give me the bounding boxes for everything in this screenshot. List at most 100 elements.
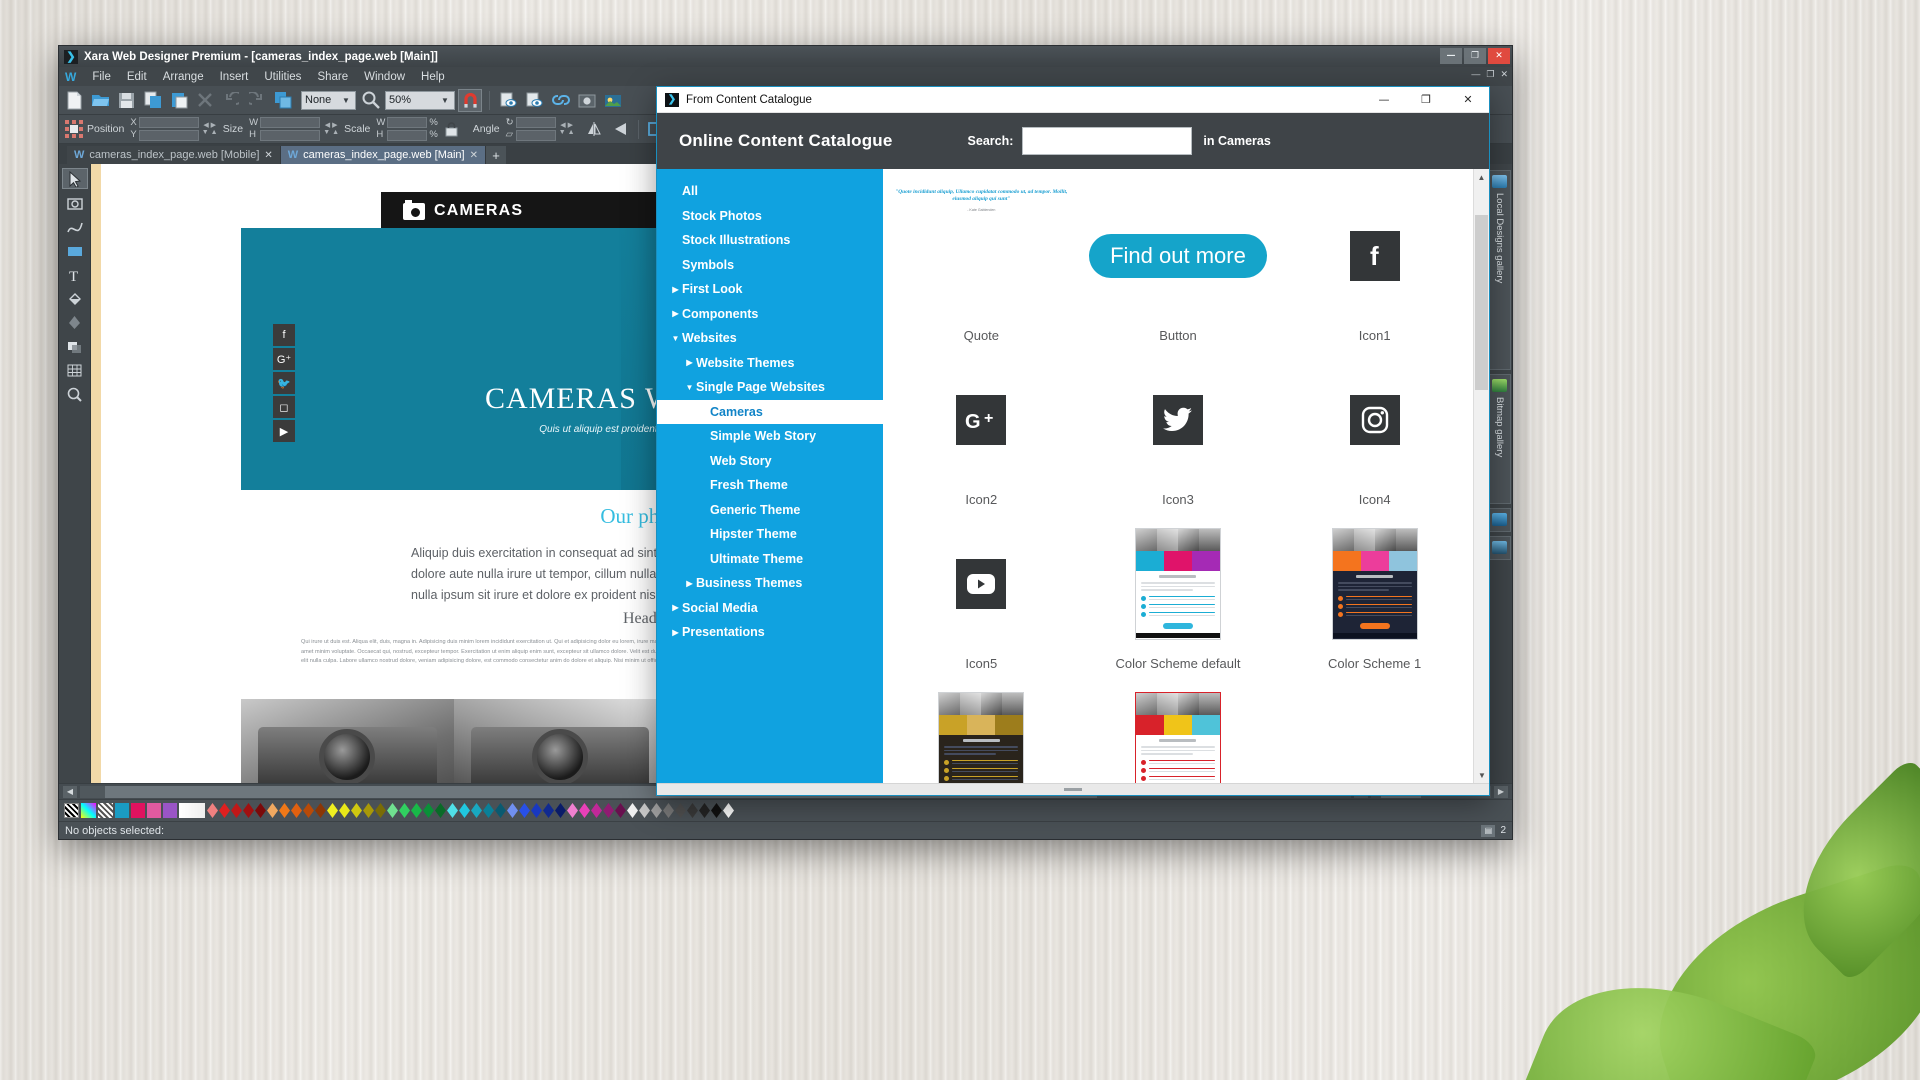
palette-swatch[interactable] [555, 803, 566, 818]
color-gallery-tab[interactable] [1489, 536, 1511, 560]
catalogue-item[interactable]: fIcon1 [1276, 183, 1473, 347]
rectangle-tool-icon[interactable] [62, 240, 88, 261]
tree-item-website-themes[interactable]: ▶Website Themes [657, 351, 883, 376]
page-icon[interactable]: ▤ [1481, 825, 1495, 837]
catalogue-item[interactable]: Color Scheme 2 [883, 675, 1080, 783]
tree-item-single-page-websites[interactable]: ▼Single Page Websites [657, 375, 883, 400]
catalogue-item-thumbnail[interactable] [883, 511, 1080, 656]
catalogue-item-thumbnail[interactable]: G+ [883, 347, 1080, 492]
palette-swatch[interactable] [663, 803, 674, 818]
doc-close-button[interactable]: ✕ [1500, 69, 1508, 80]
catalogue-item[interactable]: Icon3 [1080, 347, 1277, 511]
tree-item-social-media[interactable]: ▶Social Media [657, 596, 883, 621]
menu-item-utilities[interactable]: Utilities [256, 71, 309, 83]
chevron-right-icon[interactable]: ▶ [669, 603, 682, 612]
selector-tool-icon[interactable] [62, 168, 88, 189]
fill-gallery-tab[interactable] [1489, 508, 1511, 532]
preview-page-icon[interactable] [497, 89, 520, 112]
palette-swatch[interactable] [351, 803, 362, 818]
catalogue-resize-grip[interactable] [657, 783, 1489, 795]
palette-swatch[interactable] [399, 803, 410, 818]
palette-swatch[interactable] [291, 803, 302, 818]
tab-close-icon[interactable]: ✕ [264, 150, 272, 161]
catalogue-item[interactable]: Color Scheme default [1080, 511, 1277, 675]
catalogue-item[interactable]: Color Scheme 1 [1276, 511, 1473, 675]
doc-maximize-button[interactable]: ❐ [1486, 69, 1494, 80]
color-editor-icon[interactable] [81, 803, 96, 818]
menu-item-help[interactable]: Help [413, 71, 453, 83]
scroll-right-arrow[interactable]: ▶ [1494, 786, 1508, 798]
white-swatch[interactable] [179, 803, 205, 818]
color-scheme-preview[interactable] [1135, 692, 1221, 784]
shadow-tool-icon[interactable] [62, 336, 88, 357]
tree-item-components[interactable]: ▶Components [657, 302, 883, 327]
tree-item-stock-photos[interactable]: Stock Photos [657, 204, 883, 229]
palette-swatch[interactable] [627, 803, 638, 818]
flip-vertical-icon[interactable] [609, 118, 632, 141]
transparency-tool-icon[interactable] [62, 312, 88, 333]
copy-icon[interactable] [141, 89, 164, 112]
transparency-swatch[interactable] [98, 803, 113, 818]
catalogue-item-thumbnail[interactable] [883, 675, 1080, 783]
name-dropdown[interactable]: None ▼ [301, 91, 356, 110]
scroll-left-arrow[interactable]: ◀ [63, 786, 77, 798]
color-scheme-preview[interactable] [938, 692, 1024, 784]
catalogue-item[interactable]: Find out moreButton [1080, 183, 1277, 347]
tab-close-icon[interactable]: ✕ [470, 150, 478, 161]
facebook-icon[interactable]: f [273, 324, 295, 346]
catalogue-vertical-scrollbar[interactable]: ▲ ▼ [1473, 169, 1489, 783]
palette-swatch[interactable] [423, 803, 434, 818]
palette-swatch[interactable] [531, 803, 542, 818]
delete-icon[interactable] [193, 89, 216, 112]
tree-item-all[interactable]: All [657, 179, 883, 204]
palette-swatch[interactable] [699, 803, 710, 818]
lock-aspect-icon[interactable] [440, 118, 463, 141]
new-tab-button[interactable]: + [486, 146, 506, 164]
preview-site-icon[interactable] [523, 89, 546, 112]
position-y-input[interactable] [139, 130, 199, 141]
angle-input[interactable] [516, 117, 556, 128]
theme-color-2[interactable] [131, 803, 145, 818]
palette-swatch[interactable] [723, 803, 734, 818]
photo-tool-icon[interactable] [62, 192, 88, 213]
catalogue-item-thumbnail[interactable] [1276, 347, 1473, 492]
catalogue-item[interactable]: Color Scheme 3 [1080, 675, 1277, 783]
tree-item-stock-illustrations[interactable]: Stock Illustrations [657, 228, 883, 253]
open-icon[interactable] [89, 89, 112, 112]
palette-swatch[interactable] [339, 803, 350, 818]
catalogue-close-button[interactable]: ✕ [1447, 87, 1489, 113]
theme-color-4[interactable] [163, 803, 177, 818]
catalogue-category-tree[interactable]: AllStock PhotosStock IllustrationsSymbol… [657, 169, 883, 783]
palette-swatch[interactable] [267, 803, 278, 818]
palette-swatch[interactable] [387, 803, 398, 818]
catalogue-item-thumbnail[interactable] [1080, 511, 1277, 656]
scroll-up-arrow[interactable]: ▲ [1474, 169, 1489, 185]
palette-swatch[interactable] [459, 803, 470, 818]
color-scheme-preview[interactable] [1332, 528, 1418, 640]
menu-item-file[interactable]: File [84, 71, 119, 83]
palette-swatch[interactable] [675, 803, 686, 818]
tree-item-ultimate-theme[interactable]: Ultimate Theme [657, 547, 883, 572]
local-designs-gallery-tab[interactable]: Local Designs gallery [1489, 170, 1511, 370]
tree-item-generic-theme[interactable]: Generic Theme [657, 498, 883, 523]
theme-color-1[interactable] [115, 803, 129, 818]
palette-swatch[interactable] [483, 803, 494, 818]
bitmap-gallery-tab[interactable]: Bitmap gallery [1489, 374, 1511, 504]
search-input[interactable] [1023, 128, 1191, 154]
size-h-input[interactable] [260, 130, 320, 141]
palette-swatch[interactable] [231, 803, 242, 818]
tree-item-fresh-theme[interactable]: Fresh Theme [657, 473, 883, 498]
palette-swatch[interactable] [363, 803, 374, 818]
gallery-grid-icon[interactable] [62, 360, 88, 381]
menu-item-share[interactable]: Share [309, 71, 356, 83]
tree-item-presentations[interactable]: ▶Presentations [657, 620, 883, 645]
text-tool-icon[interactable]: T [62, 264, 88, 285]
palette-swatch[interactable] [219, 803, 230, 818]
catalogue-item-thumbnail[interactable]: "Quote incididunt aliquip, Ullamco cupid… [883, 183, 1080, 328]
palette-swatch[interactable] [639, 803, 650, 818]
palette-swatch[interactable] [687, 803, 698, 818]
google-plus-icon[interactable]: G+ [956, 395, 1006, 445]
find-out-more-button[interactable]: Find out more [1089, 234, 1267, 278]
palette-swatch[interactable] [327, 803, 338, 818]
zoom-tool-icon[interactable] [359, 89, 382, 112]
